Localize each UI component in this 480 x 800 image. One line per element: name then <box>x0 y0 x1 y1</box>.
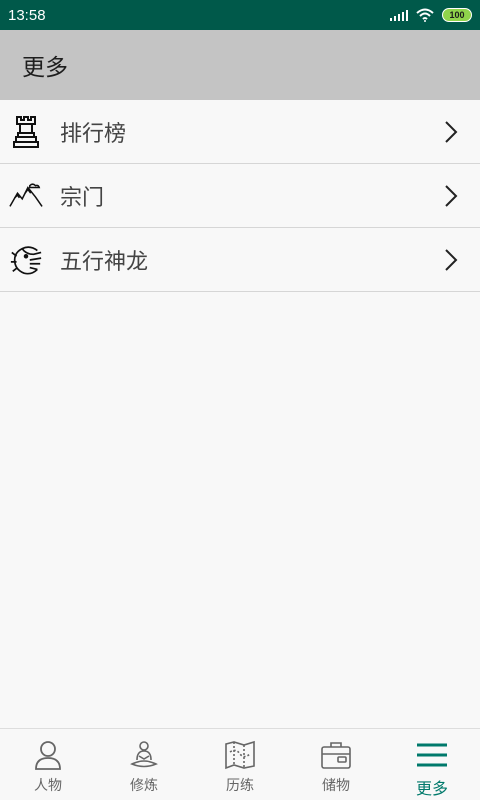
signal-icon <box>390 9 408 21</box>
menu-item-sect[interactable]: 宗门 <box>0 164 480 228</box>
chevron-right-icon <box>445 249 458 271</box>
nav-label: 人物 <box>34 778 62 794</box>
chevron-right-icon <box>445 185 458 207</box>
battery-icon: 100 <box>442 8 472 22</box>
nav-label: 历练 <box>226 778 254 794</box>
meditation-icon <box>127 739 161 771</box>
rook-trophy-icon <box>9 114 43 150</box>
nav-item-character[interactable]: 人物 <box>0 729 96 800</box>
menu-item-label: 宗门 <box>60 185 105 211</box>
battery-level: 100 <box>449 10 465 20</box>
status-bar: 13:58 100 <box>0 0 480 30</box>
nav-item-storage[interactable]: 储物 <box>288 729 384 800</box>
title-bar: 更多 <box>0 30 480 100</box>
mountains-icon <box>9 178 43 214</box>
menu-list: 排行榜 宗门 五行神龙 <box>0 100 480 292</box>
wifi-icon <box>416 8 434 22</box>
map-icon <box>223 739 257 771</box>
menu-item-five-elements-dragon[interactable]: 五行神龙 <box>0 228 480 292</box>
bag-icon <box>319 739 353 771</box>
dragon-icon <box>9 242 43 278</box>
menu-item-leaderboard[interactable]: 排行榜 <box>0 100 480 164</box>
nav-label: 更多 <box>415 779 448 798</box>
status-time: 13:58 <box>8 6 46 24</box>
page-title: 更多 <box>22 55 68 81</box>
menu-item-label: 五行神龙 <box>60 249 149 275</box>
bottom-nav: 人物 修炼 历练 储物 更多 <box>0 728 480 800</box>
status-indicators: 100 <box>390 8 472 22</box>
chevron-right-icon <box>445 121 458 143</box>
nav-label: 修炼 <box>130 778 158 794</box>
menu-icon <box>415 739 449 771</box>
nav-label: 储物 <box>322 778 350 794</box>
menu-item-label: 排行榜 <box>60 121 127 147</box>
nav-item-adventure[interactable]: 历练 <box>192 729 288 800</box>
nav-item-more[interactable]: 更多 <box>384 729 480 800</box>
nav-item-cultivation[interactable]: 修炼 <box>96 729 192 800</box>
person-icon <box>31 739 65 771</box>
